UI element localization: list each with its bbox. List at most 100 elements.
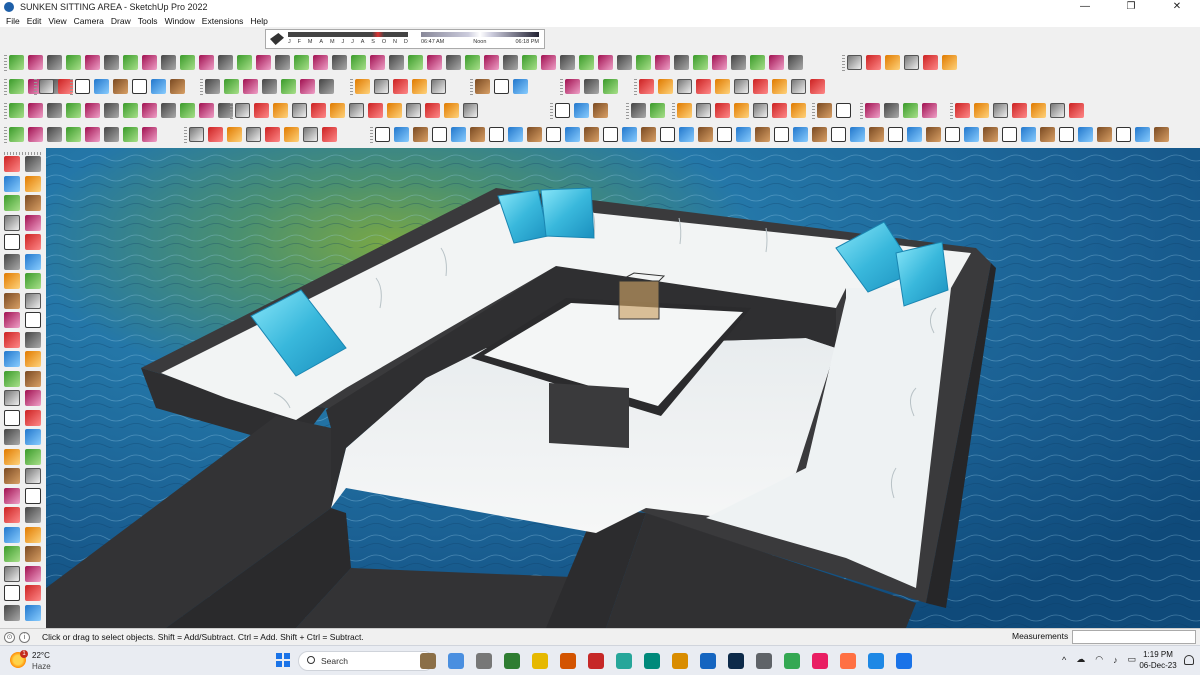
tool-button-icon[interactable] <box>793 127 808 142</box>
tool-button-icon[interactable] <box>494 79 509 94</box>
tool-button-icon[interactable] <box>974 103 989 118</box>
tool-button-icon[interactable] <box>413 127 428 142</box>
tool-button-icon[interactable] <box>161 103 176 118</box>
tool-button-icon[interactable] <box>1050 103 1065 118</box>
taskbar-app-icon[interactable] <box>784 653 800 669</box>
tool-palette-icon[interactable] <box>25 351 41 367</box>
date-slider-track[interactable] <box>288 32 408 37</box>
tool-button-icon[interactable] <box>788 55 803 70</box>
tool-button-icon[interactable] <box>394 127 409 142</box>
tool-button-icon[interactable] <box>574 103 589 118</box>
tool-palette-icon[interactable] <box>4 546 20 562</box>
tool-button-icon[interactable] <box>923 55 938 70</box>
wifi-icon[interactable]: ◠ <box>1095 654 1103 665</box>
tool-palette-icon[interactable] <box>25 507 41 523</box>
tool-button-icon[interactable] <box>475 79 490 94</box>
tool-button-icon[interactable] <box>375 127 390 142</box>
tool-button-icon[interactable] <box>28 127 43 142</box>
tool-button-icon[interactable] <box>885 55 900 70</box>
tool-button-icon[interactable] <box>208 127 223 142</box>
tool-button-icon[interactable] <box>869 127 884 142</box>
tool-button-icon[interactable] <box>284 127 299 142</box>
tool-button-icon[interactable] <box>810 79 825 94</box>
tool-button-icon[interactable] <box>617 55 632 70</box>
tool-button-icon[interactable] <box>465 55 480 70</box>
taskbar-app-icon[interactable] <box>476 653 492 669</box>
tool-button-icon[interactable] <box>769 55 784 70</box>
tool-palette-icon[interactable] <box>4 390 20 406</box>
tool-button-icon[interactable] <box>85 55 100 70</box>
tool-button-icon[interactable] <box>275 55 290 70</box>
tool-button-icon[interactable] <box>113 79 128 94</box>
taskbar-app-icon[interactable] <box>588 653 604 669</box>
tool-palette-icon[interactable] <box>25 429 41 445</box>
tool-palette-icon[interactable] <box>25 585 41 601</box>
tool-button-icon[interactable] <box>451 127 466 142</box>
tool-button-icon[interactable] <box>123 127 138 142</box>
taskbar-app-icon[interactable] <box>560 653 576 669</box>
menu-help[interactable]: Help <box>250 16 267 26</box>
tool-button-icon[interactable] <box>903 103 918 118</box>
tool-button-icon[interactable] <box>180 103 195 118</box>
tool-button-icon[interactable] <box>389 55 404 70</box>
tool-palette-icon[interactable] <box>25 546 41 562</box>
tool-button-icon[interactable] <box>677 79 692 94</box>
tool-button-icon[interactable] <box>151 79 166 94</box>
menu-edit[interactable]: Edit <box>27 16 42 26</box>
tool-button-icon[interactable] <box>189 127 204 142</box>
menu-camera[interactable]: Camera <box>74 16 104 26</box>
tool-button-icon[interactable] <box>603 127 618 142</box>
tool-button-icon[interactable] <box>565 79 580 94</box>
start-button[interactable] <box>276 653 290 667</box>
taskbar-app-icon[interactable] <box>644 653 660 669</box>
tool-button-icon[interactable] <box>674 55 689 70</box>
measurements-input[interactable] <box>1072 630 1196 644</box>
tool-button-icon[interactable] <box>850 127 865 142</box>
toolbar-grip[interactable] <box>4 126 7 143</box>
tool-button-icon[interactable] <box>698 127 713 142</box>
toolbar-grip[interactable] <box>560 78 563 95</box>
tool-palette-icon[interactable] <box>25 292 41 309</box>
tool-palette-icon[interactable] <box>4 234 20 250</box>
tool-button-icon[interactable] <box>513 79 528 94</box>
toolbar-grip[interactable] <box>812 102 815 119</box>
tool-button-icon[interactable] <box>161 55 176 70</box>
tool-button-icon[interactable] <box>408 55 423 70</box>
tool-palette-icon[interactable] <box>25 565 41 582</box>
tool-button-icon[interactable] <box>47 127 62 142</box>
tool-button-icon[interactable] <box>132 79 147 94</box>
tool-button-icon[interactable] <box>983 127 998 142</box>
taskbar-clock[interactable]: 1:19 PM 06-Dec-23 <box>1138 649 1178 671</box>
tool-button-icon[interactable] <box>1002 127 1017 142</box>
tool-button-icon[interactable] <box>246 127 261 142</box>
toolbar-grip[interactable] <box>184 126 187 143</box>
tool-button-icon[interactable] <box>696 79 711 94</box>
menu-tools[interactable]: Tools <box>138 16 158 26</box>
tool-button-icon[interactable] <box>300 79 315 94</box>
tool-button-icon[interactable] <box>199 55 214 70</box>
tool-button-icon[interactable] <box>560 55 575 70</box>
tool-button-icon[interactable] <box>693 55 708 70</box>
tool-button-icon[interactable] <box>104 127 119 142</box>
tool-palette-icon[interactable] <box>25 253 41 270</box>
tool-button-icon[interactable] <box>847 55 862 70</box>
tool-button-icon[interactable] <box>717 127 732 142</box>
tool-palette-icon[interactable] <box>25 370 41 387</box>
tool-button-icon[interactable] <box>993 103 1008 118</box>
tool-palette-icon[interactable] <box>25 390 41 406</box>
tool-button-icon[interactable] <box>679 127 694 142</box>
tool-button-icon[interactable] <box>237 55 252 70</box>
tool-button-icon[interactable] <box>311 103 326 118</box>
tool-button-icon[interactable] <box>484 55 499 70</box>
tool-button-icon[interactable] <box>772 103 787 118</box>
credits-icon[interactable]: i <box>19 631 30 643</box>
tool-button-icon[interactable] <box>281 79 296 94</box>
tool-button-icon[interactable] <box>332 55 347 70</box>
tool-palette-icon[interactable] <box>4 409 20 426</box>
taskbar-app-icon[interactable] <box>420 653 436 669</box>
minimize-button[interactable]: — <box>1062 0 1108 14</box>
tool-button-icon[interactable] <box>658 79 673 94</box>
toolbar-grip[interactable] <box>70 78 73 95</box>
tool-button-icon[interactable] <box>622 127 637 142</box>
tool-button-icon[interactable] <box>603 79 618 94</box>
